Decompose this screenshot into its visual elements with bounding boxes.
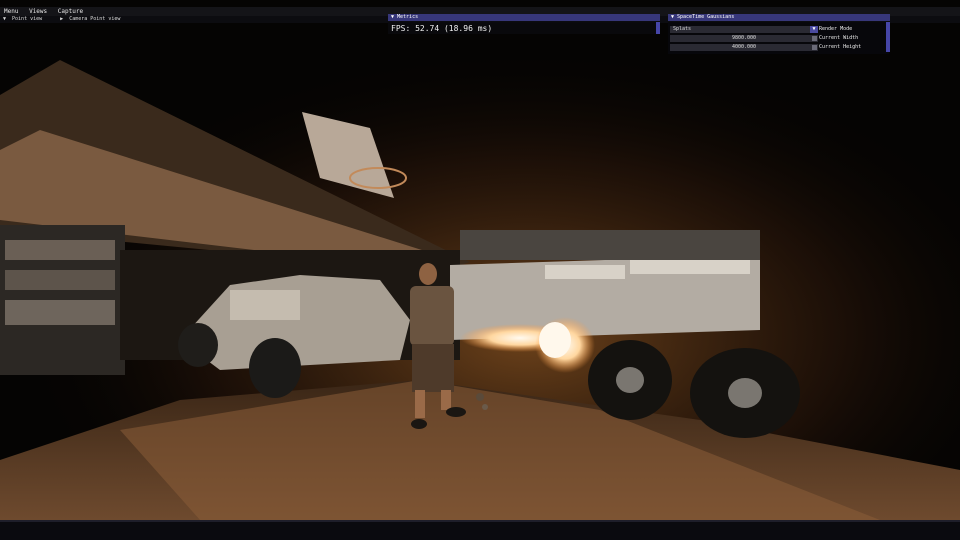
- current-width-field[interactable]: 9800.000: [670, 35, 818, 42]
- spacetime-scrollbar[interactable]: [886, 22, 890, 52]
- bottom-bar: [0, 520, 960, 540]
- spacetime-title: SpaceTime Gaussians: [677, 14, 735, 20]
- spacetime-titlebar[interactable]: ▼ SpaceTime Gaussians: [668, 14, 890, 21]
- render-viewport[interactable]: [0, 0, 960, 540]
- render-mode-label: Render Mode: [819, 26, 853, 32]
- collapse-triangle-icon[interactable]: ▼: [671, 14, 674, 20]
- tab-point-view-label: Point view: [12, 16, 43, 22]
- metrics-title: Metrics: [397, 14, 419, 20]
- menu-item-menu[interactable]: Menu: [4, 8, 18, 15]
- menu-item-views[interactable]: Views: [29, 8, 47, 15]
- fps-readout: FPS: 52.74 (18.96 ms): [391, 24, 493, 33]
- chevron-down-icon[interactable]: ▼: [810, 26, 818, 33]
- metrics-scrollbar[interactable]: [656, 22, 660, 34]
- tab-camera-point-view-label: Camera Point view: [69, 16, 121, 22]
- current-width-label: Current Width: [819, 35, 859, 41]
- metrics-titlebar[interactable]: ▼ Metrics: [388, 14, 660, 21]
- render-mode-select[interactable]: Splats: [670, 26, 818, 33]
- current-height-field[interactable]: 4000.000: [670, 44, 818, 51]
- height-slider-handle[interactable]: [812, 45, 817, 50]
- tab-point-view[interactable]: ▼ Point view: [3, 16, 48, 22]
- menu-item-capture[interactable]: Capture: [58, 8, 83, 15]
- width-slider-handle[interactable]: [812, 36, 817, 41]
- current-height-label: Current Height: [819, 44, 862, 50]
- collapse-triangle-icon[interactable]: ▼: [391, 14, 394, 20]
- tab-camera-point-view[interactable]: ▶ Camera Point view: [60, 16, 126, 22]
